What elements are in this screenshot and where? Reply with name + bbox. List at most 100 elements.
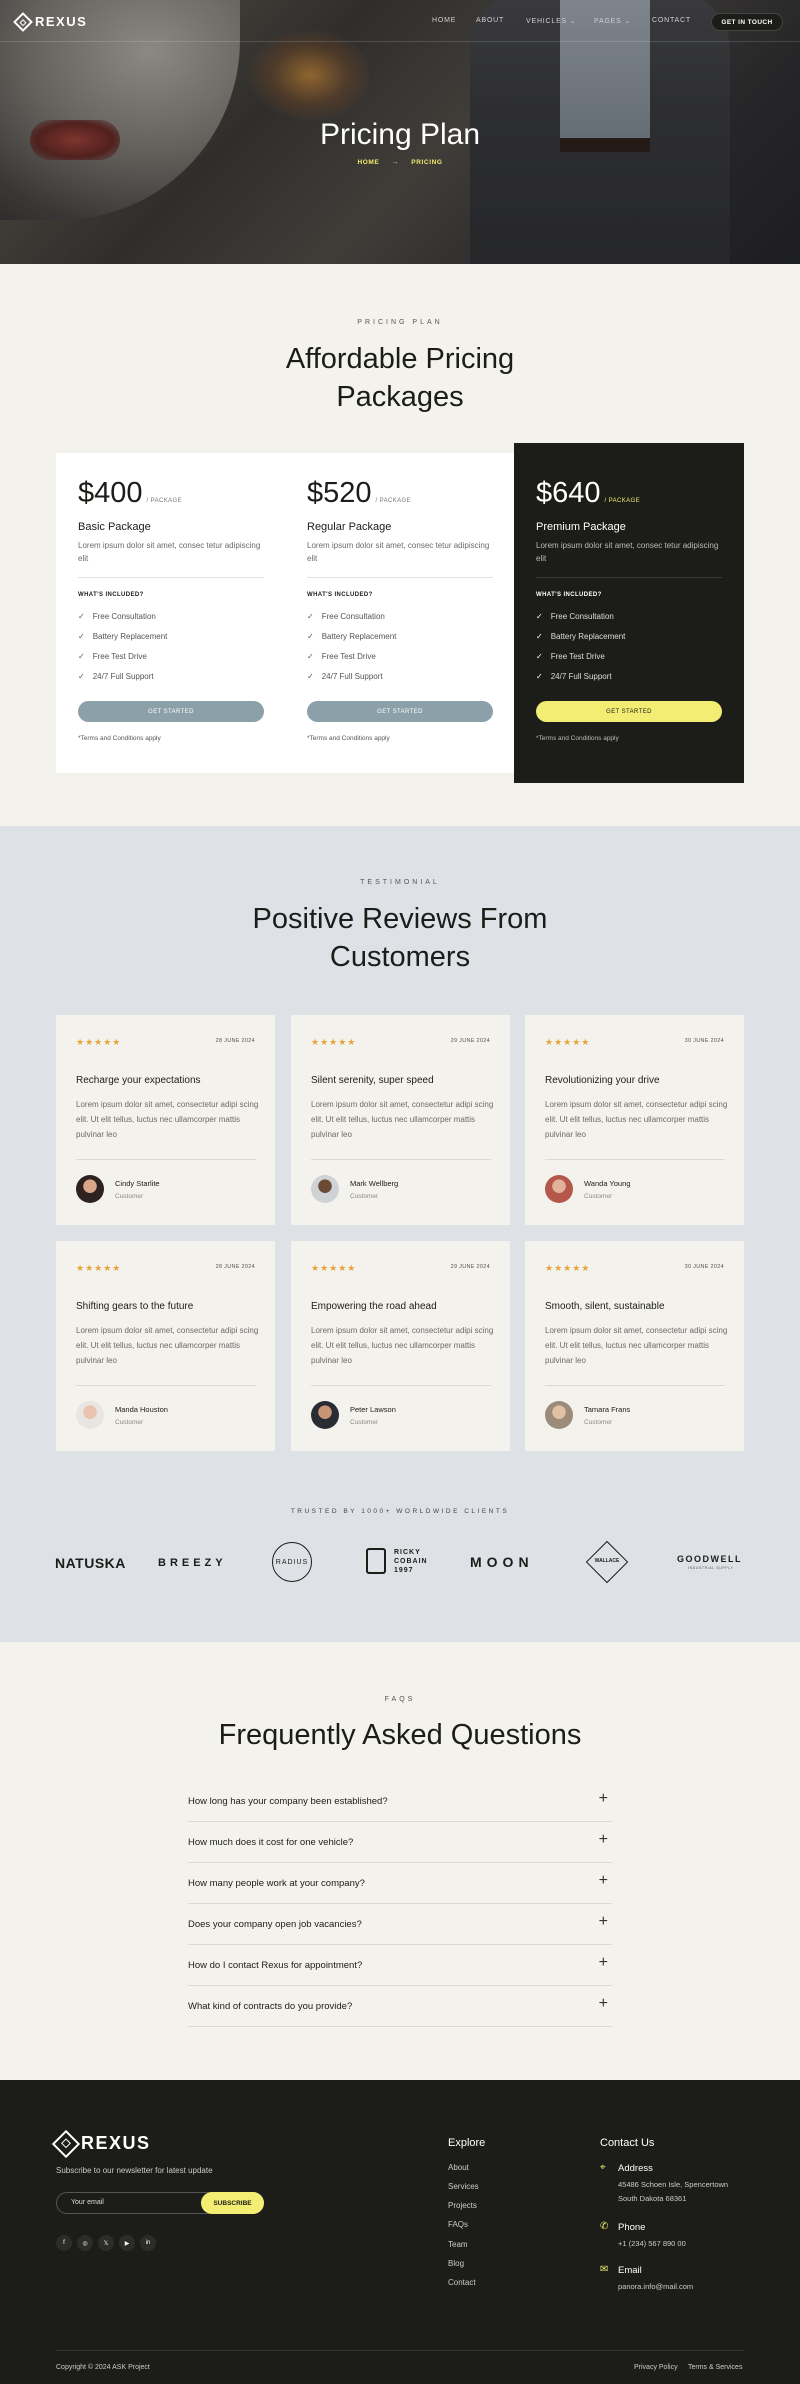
faq-item[interactable]: What kind of contracts do you provide? + bbox=[188, 1986, 612, 2027]
terms-note: *Terms and Conditions apply bbox=[536, 735, 619, 742]
faq-question: What kind of contracts do you provide? bbox=[188, 2001, 353, 2012]
plus-icon[interactable]: + bbox=[599, 1790, 608, 1808]
review-body: Lorem ipsum dolor sit amet, consectetur … bbox=[545, 1326, 728, 1365]
plus-icon[interactable]: + bbox=[599, 1995, 608, 2013]
plus-icon[interactable]: + bbox=[599, 1872, 608, 1890]
plan-name: Regular Package bbox=[307, 521, 392, 533]
check-icon: ✓ bbox=[78, 612, 85, 621]
copyright: Copyright © 2024 ASK Project bbox=[56, 2364, 150, 2371]
plus-icon[interactable]: + bbox=[599, 1831, 608, 1849]
review-date: 30 JUNE 2024 bbox=[684, 1264, 724, 1270]
rating-stars-icon: ★★★★★ bbox=[76, 1037, 122, 1047]
youtube-icon[interactable]: ▶ bbox=[119, 2235, 135, 2251]
client-logo-wallace: WALLACE bbox=[594, 1558, 620, 1564]
plan-description: Lorem ipsum dolor sit amet, consec tetur… bbox=[307, 541, 490, 563]
review-title: Empowering the road ahead bbox=[311, 1301, 437, 1312]
plan-feature: Free Test Drive bbox=[92, 652, 147, 661]
avatar bbox=[311, 1401, 339, 1429]
plus-icon[interactable]: + bbox=[599, 1954, 608, 1972]
client-logo-ricky-icon bbox=[366, 1548, 386, 1574]
plan-per: / PACKAGE bbox=[604, 498, 641, 504]
faq-item[interactable]: Does your company open job vacancies? + bbox=[188, 1904, 612, 1945]
faq-question: How do I contact Rexus for appointment? bbox=[188, 1960, 363, 1971]
phone-number[interactable]: +1 (234) 567 890 00 bbox=[618, 2237, 686, 2251]
plan-feature: 24/7 Full Support bbox=[321, 672, 383, 681]
check-icon: ✓ bbox=[536, 632, 543, 641]
footer-brand-name: REXUS bbox=[81, 2133, 151, 2153]
footer-link-contact[interactable]: Contact bbox=[448, 2278, 476, 2287]
reviewer-name: Manda Houston bbox=[115, 1405, 168, 1414]
check-icon: ✓ bbox=[536, 652, 543, 661]
faq-item[interactable]: How long has your company been establish… bbox=[188, 1781, 612, 1822]
nav-vehicles[interactable]: VEHICLES ⌄ bbox=[526, 17, 576, 25]
get-started-button[interactable]: GET STARTED bbox=[78, 701, 264, 722]
footer-link-team[interactable]: Team bbox=[448, 2240, 468, 2249]
pricing-title-line2: Packages bbox=[336, 381, 464, 413]
email-address[interactable]: panora.info@mail.com bbox=[618, 2280, 693, 2294]
review-card: ★★★★★ 29 JUNE 2024 Empowering the road a… bbox=[291, 1241, 510, 1451]
rating-stars-icon: ★★★★★ bbox=[545, 1037, 591, 1047]
plan-feature: Battery Replacement bbox=[321, 632, 397, 641]
rating-stars-icon: ★★★★★ bbox=[76, 1263, 122, 1273]
linkedin-icon[interactable]: in bbox=[140, 2235, 156, 2251]
check-icon: ✓ bbox=[78, 652, 85, 661]
review-date: 29 JUNE 2024 bbox=[450, 1038, 490, 1044]
reviewer-role: Customer bbox=[584, 1419, 613, 1426]
nav-about[interactable]: ABOUT bbox=[476, 17, 504, 24]
terms-link[interactable]: Terms & Services bbox=[688, 2364, 742, 2371]
footer-link-about[interactable]: About bbox=[448, 2163, 469, 2172]
faq-item[interactable]: How do I contact Rexus for appointment? … bbox=[188, 1945, 612, 1986]
breadcrumb: HOME → PRICING bbox=[0, 159, 800, 166]
footer-link-services[interactable]: Services bbox=[448, 2182, 479, 2191]
breadcrumb-home[interactable]: HOME bbox=[357, 159, 379, 166]
get-started-button[interactable]: GET STARTED bbox=[307, 701, 493, 722]
privacy-policy-link[interactable]: Privacy Policy bbox=[634, 2364, 678, 2371]
rating-stars-icon: ★★★★★ bbox=[545, 1263, 591, 1273]
faq-item[interactable]: How many people work at your company? + bbox=[188, 1863, 612, 1904]
phone-icon: ✆ bbox=[600, 2221, 609, 2232]
address-label: Address bbox=[618, 2163, 653, 2174]
breadcrumb-current: PRICING bbox=[411, 159, 443, 166]
footer-brand-logo[interactable]: REXUS bbox=[51, 2129, 151, 2158]
review-body: Lorem ipsum dolor sit amet, consectetur … bbox=[545, 1100, 728, 1139]
brand-logo[interactable]: REXUS bbox=[13, 11, 87, 32]
check-icon: ✓ bbox=[536, 672, 543, 681]
review-date: 28 JUNE 2024 bbox=[215, 1264, 255, 1270]
x-twitter-icon[interactable]: 𝕏 bbox=[98, 2235, 114, 2251]
reviewer-role: Customer bbox=[350, 1419, 379, 1426]
plan-feature: 24/7 Full Support bbox=[92, 672, 154, 681]
facebook-icon[interactable]: f bbox=[56, 2235, 72, 2251]
plan-description: Lorem ipsum dolor sit amet, consec tetur… bbox=[536, 541, 719, 563]
reviewer-role: Customer bbox=[115, 1193, 144, 1200]
footer-link-projects[interactable]: Projects bbox=[448, 2201, 477, 2210]
review-title: Recharge your expectations bbox=[76, 1075, 201, 1086]
review-card: ★★★★★ 28 JUNE 2024 Recharge your expecta… bbox=[56, 1015, 275, 1225]
pricing-card-premium: $640/ PACKAGE Premium Package Lorem ipsu… bbox=[514, 443, 744, 783]
plan-feature: Battery Replacement bbox=[550, 632, 626, 641]
faq-item[interactable]: How much does it cost for one vehicle? + bbox=[188, 1822, 612, 1863]
pricing-title-line1: Affordable Pricing bbox=[285, 343, 515, 375]
get-started-button[interactable]: GET STARTED bbox=[536, 701, 722, 722]
breadcrumb-arrow-icon: → bbox=[391, 159, 399, 166]
client-logo-moon: MOON bbox=[470, 1554, 534, 1570]
instagram-icon[interactable]: ◎ bbox=[77, 2235, 93, 2251]
nav-home[interactable]: HOME bbox=[432, 17, 456, 24]
get-in-touch-button[interactable]: GET IN TOUCH bbox=[711, 13, 783, 31]
included-label: WHAT'S INCLUDED? bbox=[78, 592, 144, 598]
terms-note: *Terms and Conditions apply bbox=[307, 735, 390, 742]
testimonial-eyebrow: TESTIMONIAL bbox=[360, 879, 440, 886]
address-line2: South Dakota 68361 bbox=[618, 2194, 687, 2203]
review-date: 30 JUNE 2024 bbox=[684, 1038, 724, 1044]
subscribe-button[interactable]: SUBSCRIBE bbox=[201, 2192, 264, 2214]
footer-link-blog[interactable]: Blog bbox=[448, 2259, 464, 2268]
nav-pages[interactable]: PAGES ⌄ bbox=[594, 17, 631, 25]
footer-link-faqs[interactable]: FAQs bbox=[448, 2220, 468, 2229]
reviewer-name: Tamara Frans bbox=[584, 1405, 631, 1414]
page: REXUS HOME ABOUT VEHICLES ⌄ PAGES ⌄ CONT… bbox=[0, 0, 800, 2384]
nav-contact[interactable]: CONTACT bbox=[652, 17, 691, 24]
explore-heading: Explore bbox=[448, 2137, 486, 2149]
plus-icon[interactable]: + bbox=[599, 1913, 608, 1931]
plan-price: $520 bbox=[307, 477, 372, 509]
review-date: 28 JUNE 2024 bbox=[215, 1038, 255, 1044]
client-logo-goodwell: GOODWELL bbox=[677, 1554, 742, 1564]
